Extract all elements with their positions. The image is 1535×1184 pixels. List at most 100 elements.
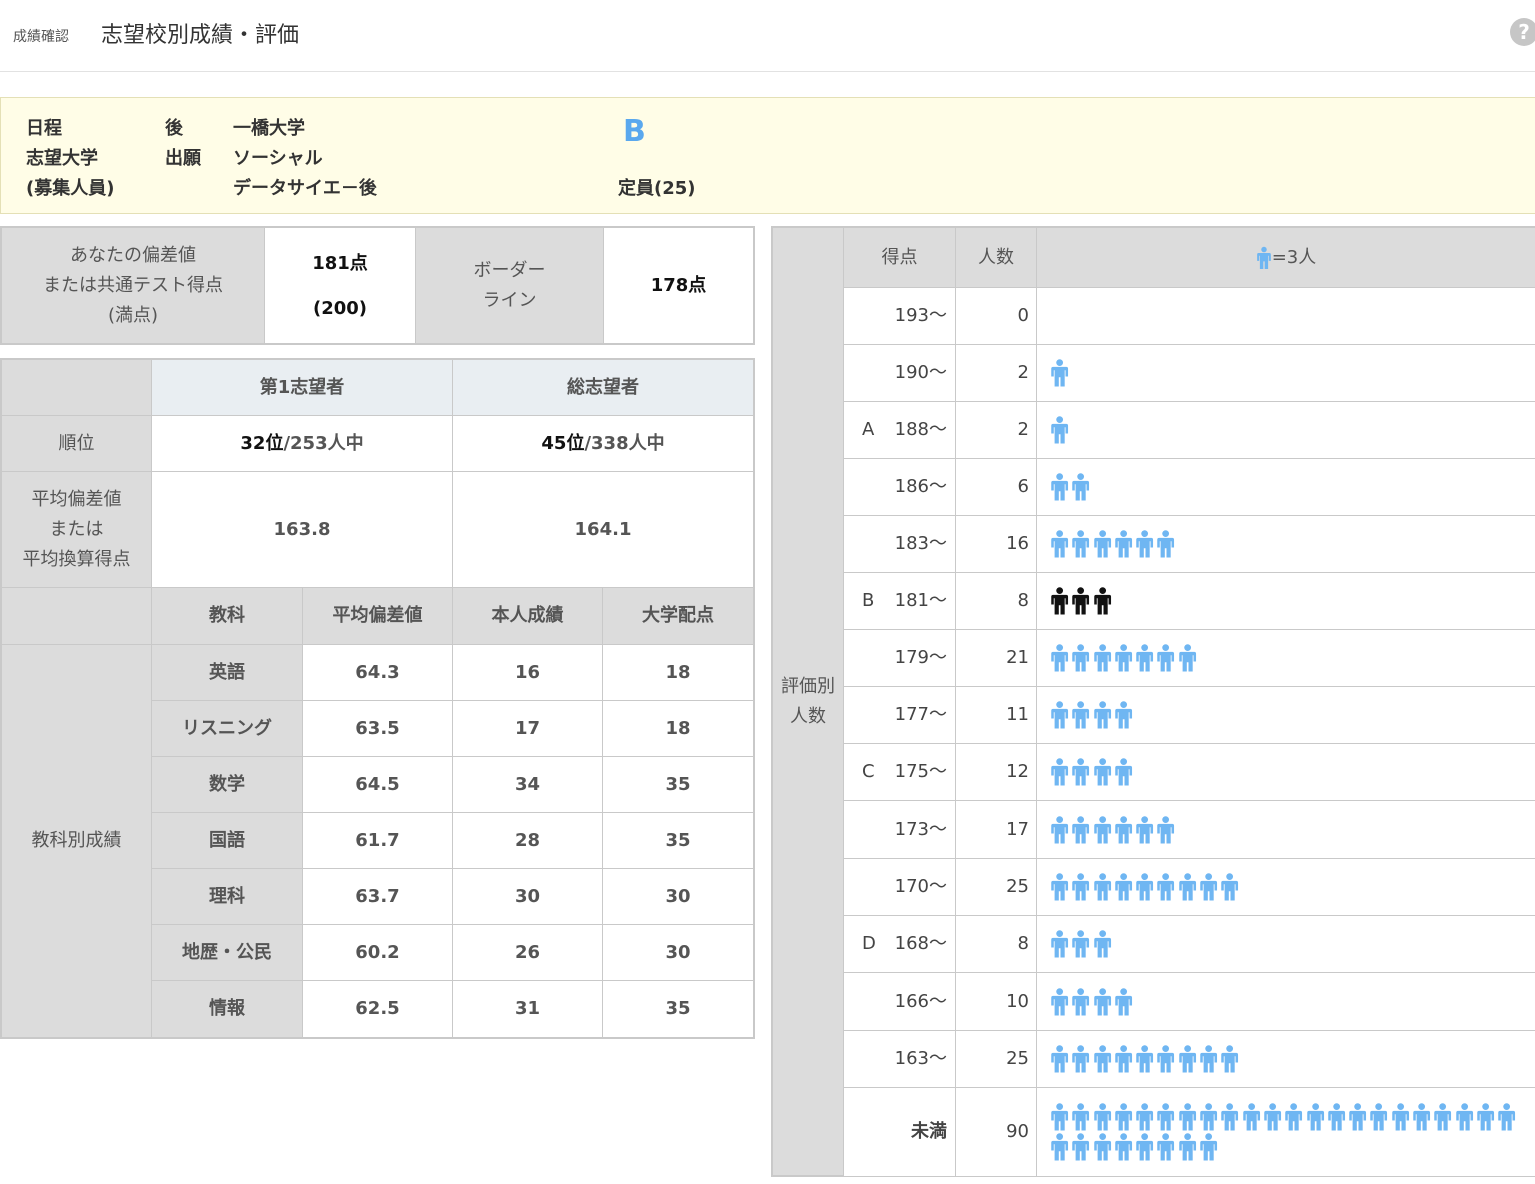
person-icon	[1051, 587, 1069, 615]
first-choice-header: 第1志望者	[152, 360, 453, 416]
subject-university-points: 35	[603, 757, 753, 813]
score-range-cell: 未満	[844, 1088, 956, 1176]
person-icon	[1051, 930, 1069, 958]
first-choice-rank-value: 32位	[240, 432, 284, 454]
person-icon	[1051, 359, 1069, 387]
icon-cell	[1037, 1031, 1535, 1088]
subject-university-points: 35	[603, 981, 753, 1037]
score-range: 163～	[894, 1048, 947, 1069]
all-applicants-rank-value: 45位	[541, 432, 585, 454]
person-icon	[1093, 587, 1111, 615]
person-icon	[1115, 873, 1132, 901]
icon-cell	[1037, 288, 1535, 345]
person-icon	[1093, 873, 1111, 901]
person-icon	[1200, 1103, 1218, 1131]
person-icon	[1157, 873, 1175, 901]
all-applicants-rank: 45位/338人中	[453, 416, 753, 472]
score-range: 177～	[894, 704, 947, 725]
icon-cell	[1037, 744, 1535, 801]
grade-label: B	[862, 590, 875, 611]
person-icon	[1072, 873, 1090, 901]
icon-cell	[1037, 1088, 1535, 1176]
person-icon	[1051, 1133, 1069, 1161]
person-icon	[1285, 1103, 1303, 1131]
subject-university-points: 30	[603, 925, 753, 981]
score-range-cell: 193～	[844, 288, 956, 345]
person-icon	[1221, 1045, 1239, 1073]
all-applicants-header: 総志望者	[453, 360, 753, 416]
person-icon	[1072, 1133, 1090, 1161]
subject-avg-deviation: 61.7	[303, 813, 453, 869]
count-cell: 12	[956, 744, 1037, 801]
person-icon	[1434, 1103, 1452, 1131]
count-column-header: 人数	[956, 228, 1037, 288]
side-label-line2: 人数	[790, 705, 826, 727]
legend-header: =3人	[1037, 228, 1535, 288]
icon-cell	[1037, 459, 1535, 516]
subject-name: 地歴・公民	[152, 925, 303, 981]
score-range-cell: 183～	[844, 516, 956, 573]
person-icon	[1115, 815, 1132, 843]
subject-my-score: 17	[453, 701, 603, 757]
count-cell: 90	[956, 1088, 1037, 1176]
help-icon[interactable]: ?	[1510, 18, 1535, 46]
avg-deviation-header: 平均偏差値	[303, 588, 453, 645]
first-choice-total: /253人中	[283, 432, 364, 454]
count-cell: 21	[956, 630, 1037, 687]
person-icon	[1115, 1103, 1132, 1131]
icon-cell	[1037, 345, 1535, 402]
icon-cell	[1037, 859, 1535, 916]
average-label-line3: 平均換算得点	[22, 548, 131, 570]
subject-university-points: 18	[603, 645, 753, 701]
person-icon	[1179, 644, 1196, 672]
score-range: 181～	[894, 590, 947, 611]
my-score-header: 本人成績	[453, 588, 603, 645]
person-icon	[1200, 873, 1218, 901]
person-icon	[1264, 1103, 1282, 1131]
person-icon	[1051, 815, 1069, 843]
person-icon	[1093, 1133, 1111, 1161]
person-icon	[1051, 758, 1069, 786]
score-range-cell: 163～	[844, 1031, 956, 1088]
course-name: データサイエ－後	[233, 178, 377, 199]
person-icon	[1328, 1103, 1345, 1131]
ranking-corner-cell	[2, 360, 152, 416]
my-score-value: 181点	[312, 252, 368, 274]
person-icon	[1072, 1045, 1090, 1073]
person-icon	[1157, 1133, 1175, 1161]
person-icon	[1115, 644, 1132, 672]
person-icon	[1136, 815, 1154, 843]
person-icon	[1072, 815, 1090, 843]
subject-my-score: 34	[453, 757, 603, 813]
page-title: 志望校別成績・評価	[101, 23, 300, 48]
person-icon	[1093, 758, 1111, 786]
count-cell: 17	[956, 801, 1037, 859]
score-range: 175～	[894, 761, 947, 782]
score-range: 168～	[894, 933, 947, 954]
subject-avg-deviation: 64.3	[303, 645, 453, 701]
breadcrumb[interactable]: 成績確認	[13, 26, 69, 46]
person-icon	[1157, 1045, 1175, 1073]
person-icon	[1477, 1103, 1494, 1131]
all-applicants-total: /338人中	[584, 432, 665, 454]
icon-cell	[1037, 801, 1535, 859]
schedule-label: 日程	[26, 118, 62, 139]
border-label-line1: ボーダー	[473, 259, 546, 281]
person-icon	[1370, 1103, 1388, 1131]
grade-label: C	[862, 761, 875, 782]
capacity-value: 定員(25)	[618, 178, 696, 199]
subject-avg-deviation: 62.5	[303, 981, 453, 1037]
person-icon	[1157, 815, 1175, 843]
rank-label: 順位	[2, 416, 152, 472]
subject-avg-deviation: 63.7	[303, 869, 453, 925]
score-range: 186～	[894, 476, 947, 497]
subject-name: 数学	[152, 757, 303, 813]
person-icon	[1051, 987, 1069, 1015]
person-icon	[1093, 1103, 1111, 1131]
legend-text: =3人	[1271, 246, 1317, 268]
person-icon	[1093, 701, 1111, 729]
count-cell: 25	[956, 859, 1037, 916]
subject-name: 理科	[152, 869, 303, 925]
person-icon	[1115, 758, 1132, 786]
subject-name: 英語	[152, 645, 303, 701]
